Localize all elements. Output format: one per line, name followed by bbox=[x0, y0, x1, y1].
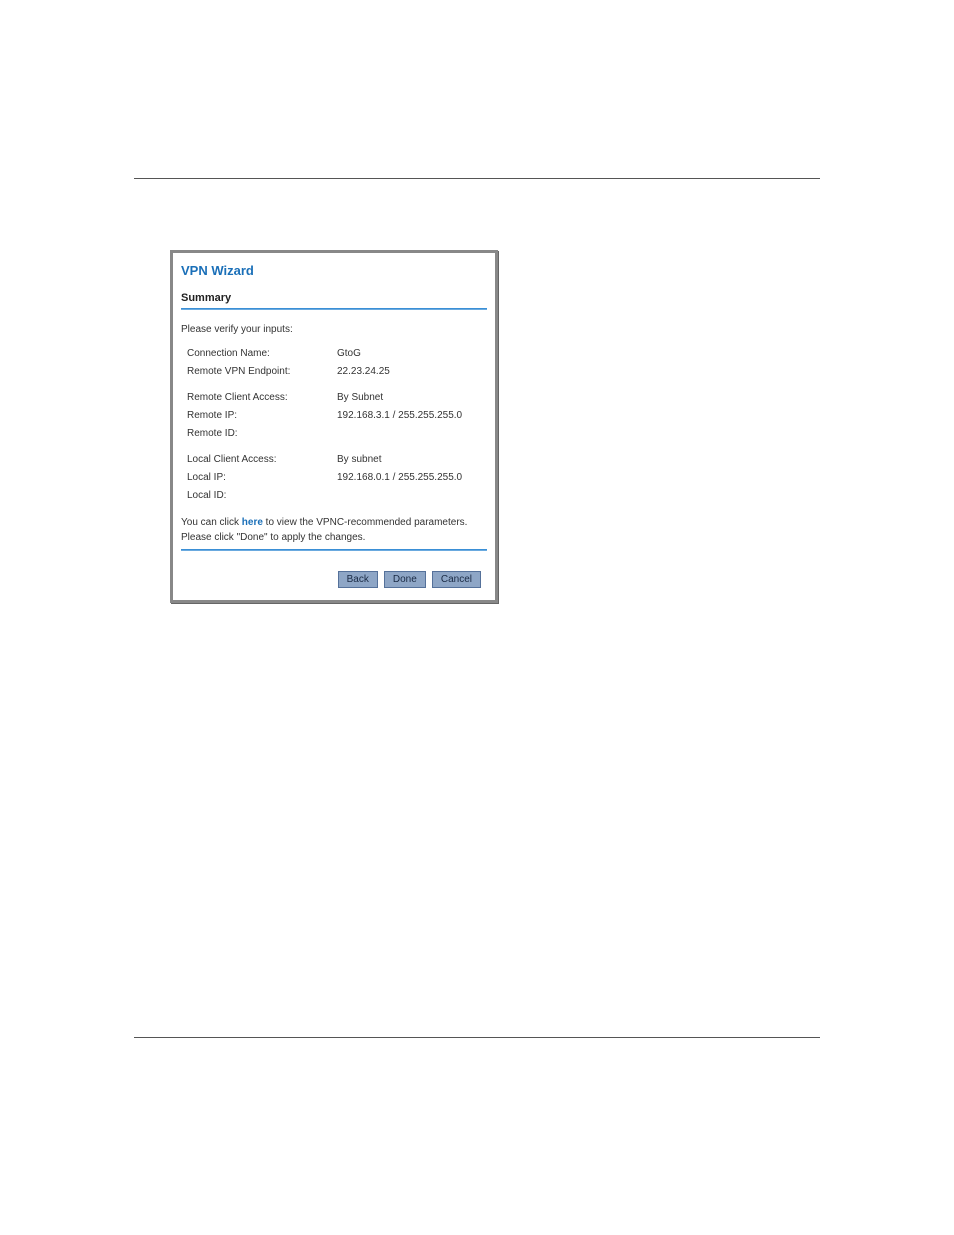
top-rule bbox=[134, 178, 820, 179]
row-local-ip: Local IP: 192.168.0.1 / 255.255.255.0 bbox=[187, 471, 487, 485]
field-group-2: Remote Client Access: By Subnet Remote I… bbox=[187, 391, 487, 441]
done-button[interactable]: Done bbox=[384, 571, 426, 588]
button-bar: Back Done Cancel bbox=[181, 565, 487, 594]
vpn-wizard-dialog: VPN Wizard Summary Please verify your in… bbox=[170, 250, 498, 603]
field-group-3: Local Client Access: By subnet Local IP:… bbox=[187, 453, 487, 503]
value: 192.168.3.1 / 255.255.255.0 bbox=[337, 409, 462, 423]
label: Remote Client Access: bbox=[187, 391, 337, 405]
row-connection-name: Connection Name: GtoG bbox=[187, 347, 487, 361]
label: Local ID: bbox=[187, 489, 337, 503]
here-link[interactable]: here bbox=[242, 517, 263, 528]
label: Local Client Access: bbox=[187, 453, 337, 467]
cancel-button[interactable]: Cancel bbox=[432, 571, 481, 588]
label: Remote ID: bbox=[187, 427, 337, 441]
row-remote-ip: Remote IP: 192.168.3.1 / 255.255.255.0 bbox=[187, 409, 487, 423]
page: VPN Wizard Summary Please verify your in… bbox=[0, 0, 954, 1235]
row-remote-id: Remote ID: bbox=[187, 427, 487, 441]
field-group-1: Connection Name: GtoG Remote VPN Endpoin… bbox=[187, 347, 487, 379]
label: Local IP: bbox=[187, 471, 337, 485]
row-remote-endpoint: Remote VPN Endpoint: 22.23.24.25 bbox=[187, 365, 487, 379]
value: By subnet bbox=[337, 453, 381, 467]
vpnc-note: You can click here to view the VPNC-reco… bbox=[181, 517, 487, 528]
divider bbox=[181, 549, 487, 551]
label: Remote IP: bbox=[187, 409, 337, 423]
row-local-client-access: Local Client Access: By subnet bbox=[187, 453, 487, 467]
value: 22.23.24.25 bbox=[337, 365, 390, 379]
label: Connection Name: bbox=[187, 347, 337, 361]
wizard-title: VPN Wizard bbox=[181, 263, 487, 278]
wizard-body: VPN Wizard Summary Please verify your in… bbox=[173, 253, 495, 600]
row-local-id: Local ID: bbox=[187, 489, 487, 503]
verify-prompt: Please verify your inputs: bbox=[181, 324, 487, 335]
divider bbox=[181, 308, 487, 310]
note-pre: You can click bbox=[181, 517, 242, 528]
value: 192.168.0.1 / 255.255.255.0 bbox=[337, 471, 462, 485]
label: Remote VPN Endpoint: bbox=[187, 365, 337, 379]
value: GtoG bbox=[337, 347, 361, 361]
back-button[interactable]: Back bbox=[338, 571, 378, 588]
apply-instruction: Please click "Done" to apply the changes… bbox=[181, 532, 487, 543]
wizard-section-heading: Summary bbox=[181, 292, 487, 304]
note-post: to view the VPNC-recommended parameters. bbox=[263, 517, 468, 528]
value: By Subnet bbox=[337, 391, 383, 405]
bottom-rule bbox=[134, 1037, 820, 1038]
row-remote-client-access: Remote Client Access: By Subnet bbox=[187, 391, 487, 405]
